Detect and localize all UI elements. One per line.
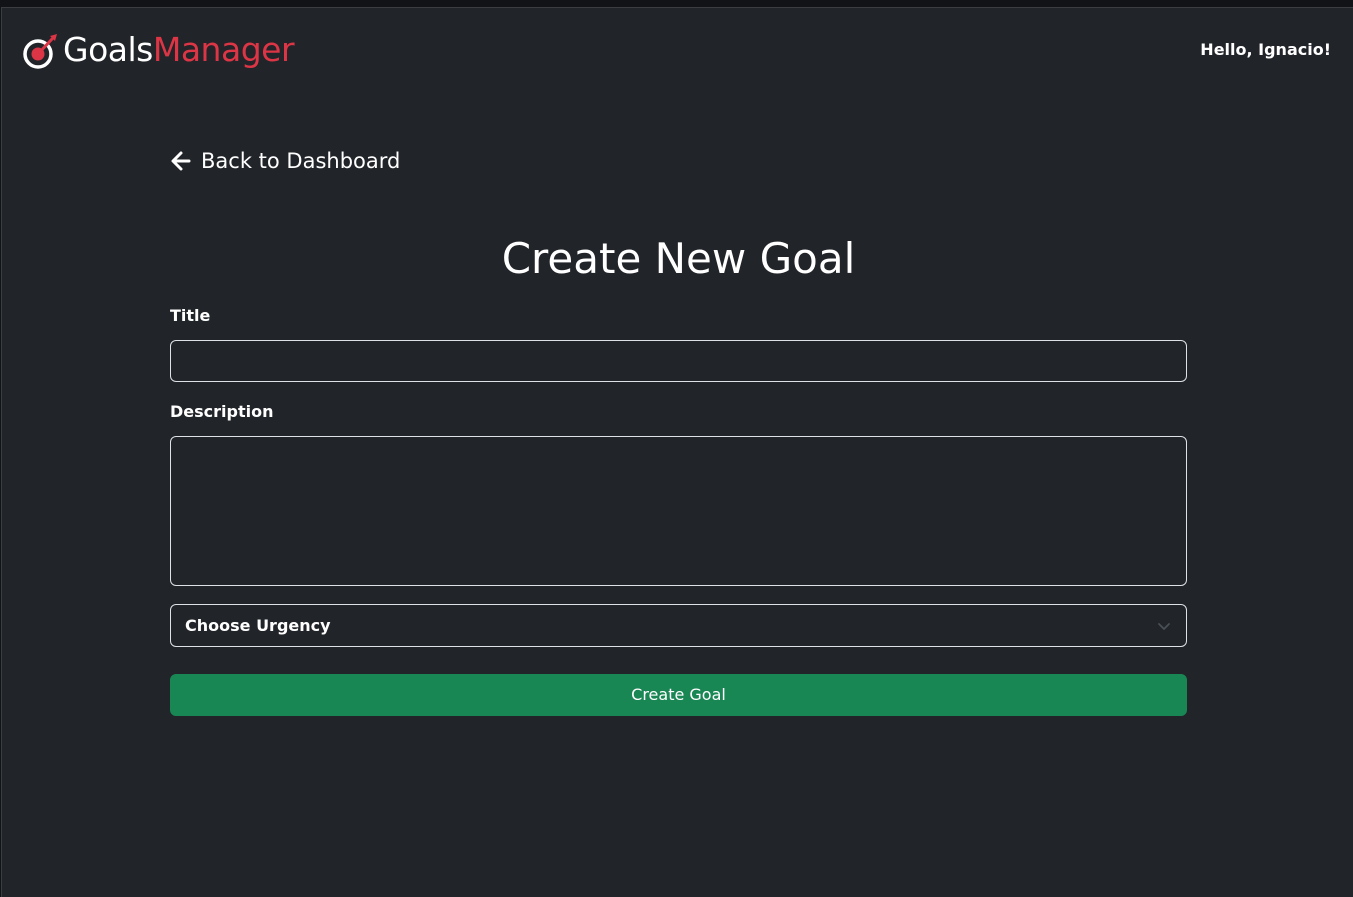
user-greeting: Hello, Ignacio! — [1200, 40, 1331, 59]
target-arrow-icon — [21, 28, 59, 72]
page-title: Create New Goal — [501, 234, 856, 283]
brand-name-goals: Goals — [63, 30, 153, 69]
back-link-label: Back to Dashboard — [201, 149, 401, 173]
page: GoalsManager Hello, Ignacio! Back to Das… — [1, 7, 1353, 897]
title-label: Title — [170, 306, 211, 325]
brand-name: GoalsManager — [63, 28, 295, 72]
title-input[interactable] — [170, 340, 1187, 382]
urgency-selected-value: Choose Urgency — [185, 615, 331, 635]
description-label: Description — [170, 402, 274, 421]
description-textarea[interactable] — [170, 436, 1187, 586]
urgency-select[interactable]: Choose Urgency — [170, 604, 1187, 647]
chevron-down-icon — [1156, 618, 1172, 634]
brand-logo[interactable]: GoalsManager — [21, 28, 295, 72]
arrow-left-icon — [170, 150, 201, 172]
brand-name-manager: Manager — [152, 30, 295, 69]
back-to-dashboard-link[interactable]: Back to Dashboard — [170, 147, 400, 175]
create-goal-button[interactable]: Create Goal — [170, 674, 1187, 716]
